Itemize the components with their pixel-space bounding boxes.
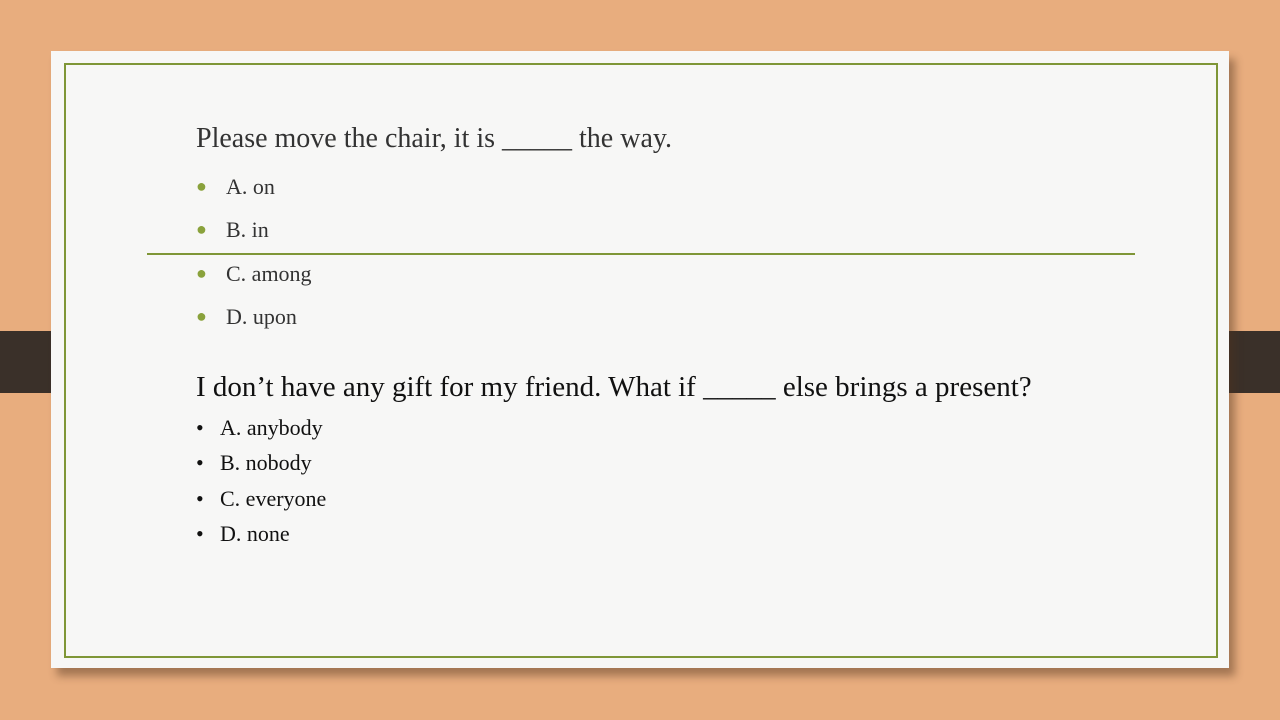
bullet-icon: ●: [196, 219, 207, 239]
bullet-icon: •: [196, 415, 204, 440]
question-1-text: Please move the chair, it is _____ the w…: [196, 123, 673, 154]
question-1-option: ● D. upon: [196, 304, 297, 329]
bullet-icon: •: [196, 521, 204, 546]
question-2-text: I don’t have any gift for my friend. Wha…: [196, 371, 1032, 403]
question-1-option: ● B. in: [196, 217, 269, 242]
bullet-icon: ●: [196, 176, 207, 196]
question-2-option: • A. anybody: [196, 415, 323, 440]
bullet-icon: •: [196, 486, 204, 511]
bullet-icon: ●: [196, 306, 207, 326]
bullet-icon: ●: [196, 263, 207, 283]
question-2-option: • B. nobody: [196, 450, 312, 475]
divider-line: [147, 253, 1135, 255]
question-2-option: • D. none: [196, 521, 290, 546]
bullet-icon: •: [196, 450, 204, 475]
question-2-option: • C. everyone: [196, 486, 327, 511]
question-1-option: ● A. on: [196, 174, 275, 199]
question-1-option: ● C. among: [196, 261, 312, 286]
